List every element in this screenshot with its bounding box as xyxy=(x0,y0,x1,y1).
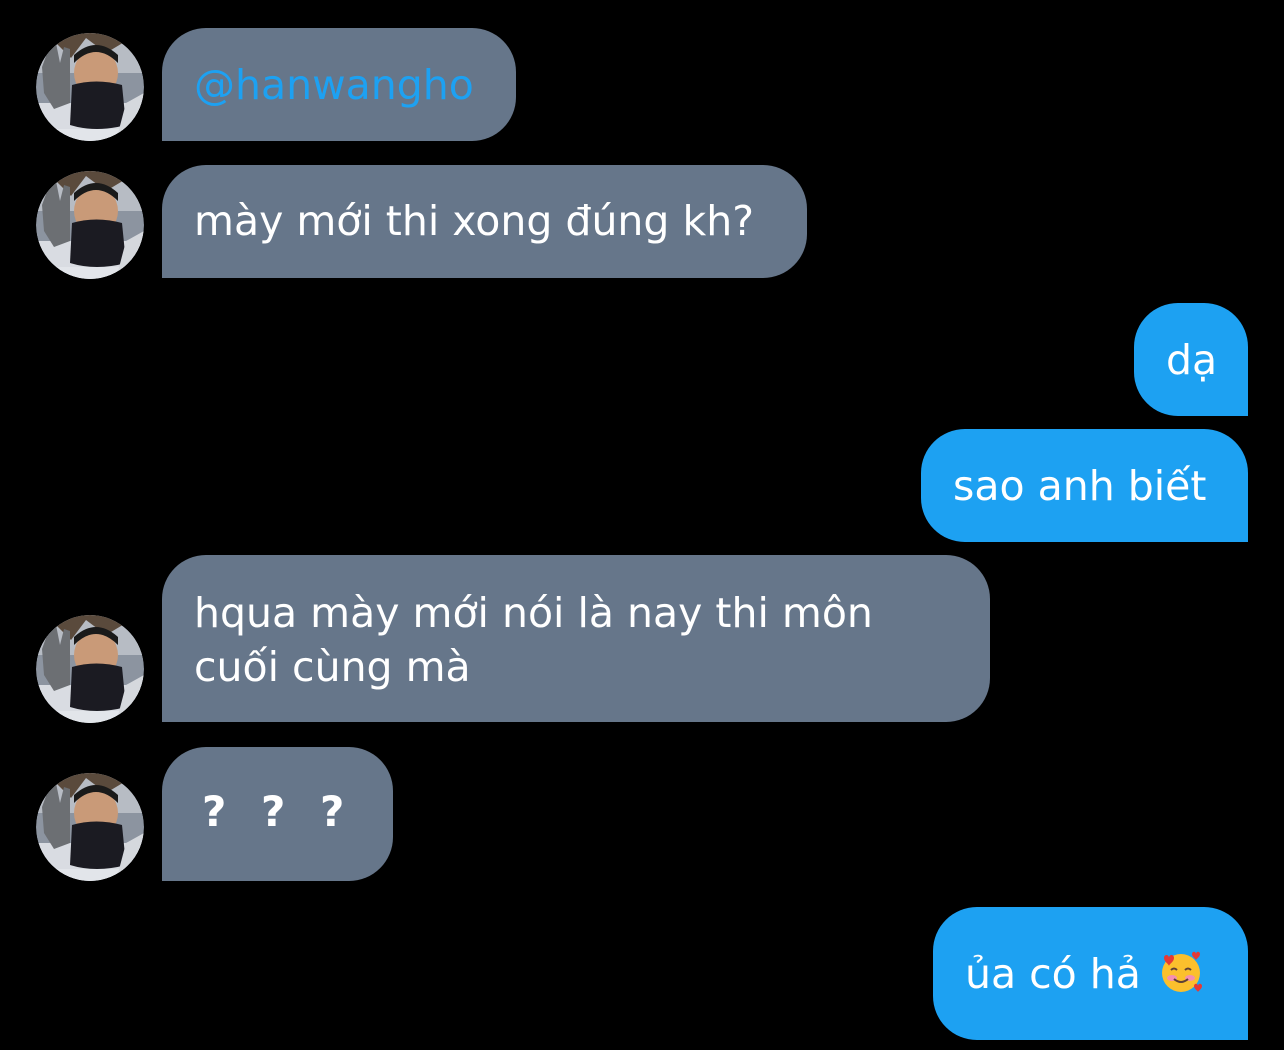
message-bubble-sent[interactable]: ủa có hả xyxy=(933,907,1248,1040)
message-bubble-received[interactable]: @hanwangho xyxy=(162,28,516,141)
message-text: sao anh biết xyxy=(953,462,1207,510)
message-bubble-sent[interactable]: dạ xyxy=(1134,303,1248,416)
message-bubble-sent[interactable]: sao anh biết xyxy=(921,429,1248,542)
avatar[interactable] xyxy=(36,171,144,279)
avatar[interactable] xyxy=(36,615,144,723)
message-bubble-received[interactable]: mày mới thi xong đúng kh? xyxy=(162,165,807,278)
message-bubble-received[interactable]: hqua mày mới nói là nay thi môn cuối cùn… xyxy=(162,555,990,722)
message-text: ủa có hả xyxy=(965,950,1141,998)
message-text: mày mới thi xong đúng kh? xyxy=(194,197,754,245)
smiling-face-with-hearts-icon xyxy=(1161,951,1202,992)
avatar[interactable] xyxy=(36,33,144,141)
avatar[interactable] xyxy=(36,773,144,881)
mention-link[interactable]: @hanwangho xyxy=(194,58,484,112)
message-text: ? ? ? xyxy=(202,787,345,836)
message-text-line: hqua mày mới nói là nay thi môn xyxy=(194,589,873,637)
message-bubble-received[interactable]: ? ? ? xyxy=(162,747,393,881)
message-text: dạ xyxy=(1166,336,1218,384)
message-text-line: cuối cùng mà xyxy=(194,643,471,691)
